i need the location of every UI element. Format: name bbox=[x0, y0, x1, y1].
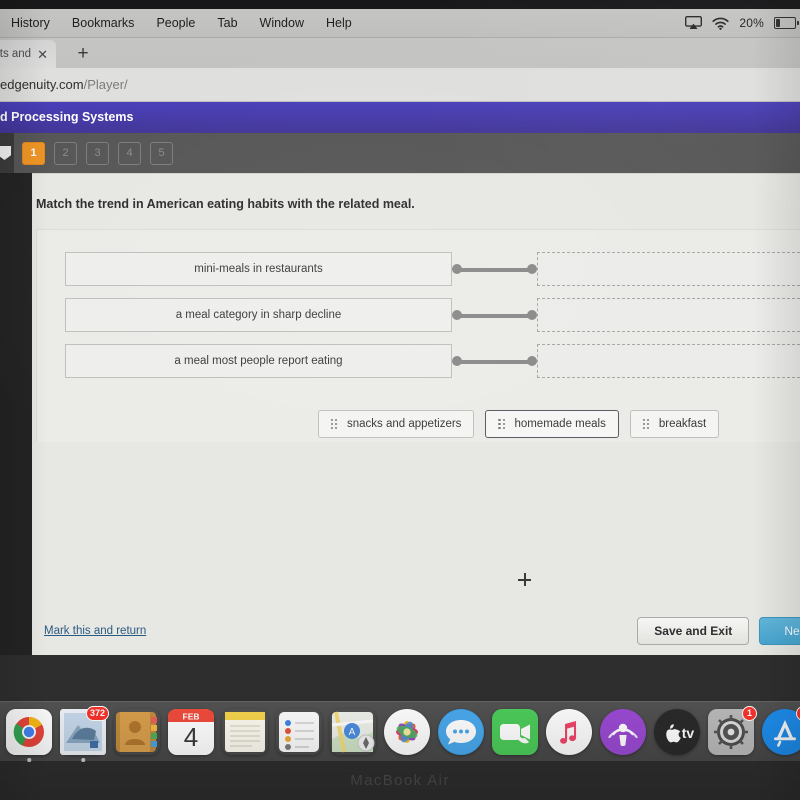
match-connector bbox=[452, 298, 537, 332]
app-header-title: d Processing Systems bbox=[0, 110, 134, 124]
save-and-exit-button[interactable]: Save and Exit bbox=[637, 617, 750, 645]
divider bbox=[32, 173, 800, 174]
match-row: a meal most people report eating bbox=[65, 344, 800, 378]
appletv-icon[interactable]: tv bbox=[654, 708, 700, 755]
music-icon[interactable] bbox=[546, 708, 592, 755]
drag-handle-icon[interactable] bbox=[642, 418, 650, 430]
app-store-icon[interactable]: 1 bbox=[762, 705, 800, 755]
question-number-4[interactable]: 4 bbox=[118, 141, 141, 165]
browser-tab-strip: ucts and ✕ + bbox=[0, 37, 800, 68]
answer-tile-snacks-and-appetizers[interactable]: snacks and appetizers bbox=[318, 410, 475, 438]
match-connector bbox=[452, 252, 537, 286]
menu-item-history[interactable]: History bbox=[0, 9, 61, 37]
next-button[interactable]: Next bbox=[759, 617, 800, 645]
facetime-icon[interactable] bbox=[492, 708, 538, 755]
battery-percent-label: 20% bbox=[739, 16, 764, 30]
screen-bezel-top bbox=[0, 0, 800, 9]
question-number-3[interactable]: 3 bbox=[86, 141, 109, 165]
badge-count: 372 bbox=[85, 705, 109, 721]
device-name-label: MacBook Air bbox=[350, 772, 450, 789]
lesson-footer-buttons: Save and Exit Next bbox=[637, 617, 800, 645]
app-header: d Processing Systems bbox=[0, 101, 800, 133]
match-row: a meal category in sharp decline bbox=[65, 298, 800, 332]
messages-icon[interactable] bbox=[438, 708, 484, 755]
mark-this-and-return-link[interactable]: Mark this and return bbox=[44, 625, 146, 637]
calendar-day: 4 bbox=[184, 722, 198, 752]
browser-address-bar[interactable]: edgenuity.com/Player/ bbox=[0, 68, 800, 102]
match-prompt-2[interactable]: a meal most people report eating bbox=[65, 344, 452, 378]
svg-text:tv: tv bbox=[682, 725, 695, 741]
browser-tab[interactable]: ucts and ✕ bbox=[0, 40, 56, 68]
url-text: edgenuity.com/Player/ bbox=[0, 77, 128, 92]
answer-tile-label: breakfast bbox=[658, 418, 707, 430]
answer-tile-label: snacks and appetizers bbox=[347, 418, 462, 430]
screen-photo: History Bookmarks People Tab Window Help… bbox=[0, 0, 800, 800]
plus-icon[interactable]: + bbox=[73, 44, 93, 65]
menu-item-tab[interactable]: Tab bbox=[206, 9, 248, 37]
airplay-icon[interactable] bbox=[685, 16, 703, 30]
battery-icon[interactable] bbox=[774, 17, 799, 29]
drag-handle-icon[interactable] bbox=[331, 418, 338, 430]
contacts-icon[interactable] bbox=[114, 709, 160, 755]
match-row: mini-meals in restaurants bbox=[65, 252, 800, 286]
menu-item-people[interactable]: People bbox=[145, 9, 206, 37]
match-dropzone-1[interactable] bbox=[537, 298, 800, 332]
calendar-month: FEB bbox=[183, 711, 200, 721]
browser-tab-title: ucts and bbox=[0, 48, 32, 60]
answer-tile-label: homemade meals bbox=[514, 418, 606, 430]
close-icon[interactable]: ✕ bbox=[37, 48, 48, 61]
menu-bar-status-items: 20% bbox=[685, 16, 800, 30]
mail-stamp-icon[interactable]: 372 bbox=[60, 705, 109, 762]
match-dropzone-0[interactable] bbox=[537, 252, 800, 286]
crosshair-cursor-icon bbox=[518, 573, 531, 586]
question-number-list: 1 2 3 4 5 bbox=[22, 141, 173, 165]
podcasts-icon[interactable] bbox=[600, 708, 646, 755]
match-dropzone-2[interactable] bbox=[537, 344, 800, 378]
system-preferences-icon[interactable]: 1 bbox=[708, 705, 757, 755]
notes-icon[interactable] bbox=[222, 709, 268, 755]
calendar-icon[interactable]: FEB 4 bbox=[168, 708, 214, 755]
badge-count: 1 bbox=[742, 705, 757, 721]
question-number-bar: 1 2 3 4 5 bbox=[0, 133, 800, 173]
drag-handle-icon[interactable] bbox=[498, 418, 505, 430]
draggable-answer-tiles: snacks and appetizers homemade meals bre… bbox=[318, 410, 720, 438]
question-prompt-text: Match the trend in American eating habit… bbox=[36, 197, 415, 211]
macos-menu-bar: History Bookmarks People Tab Window Help… bbox=[0, 9, 800, 38]
photos-icon[interactable] bbox=[384, 708, 430, 755]
macos-dock: 372 FEB 4 A tv 1 bbox=[0, 701, 800, 762]
wifi-icon[interactable] bbox=[712, 17, 730, 30]
answer-tile-homemade-meals[interactable]: homemade meals bbox=[485, 410, 619, 438]
question-number-1[interactable]: 1 bbox=[22, 141, 45, 165]
menu-item-bookmarks[interactable]: Bookmarks bbox=[61, 9, 146, 37]
url-host: edgenuity.com bbox=[0, 77, 84, 92]
answer-tile-breakfast[interactable]: breakfast bbox=[629, 410, 720, 438]
menu-item-help[interactable]: Help bbox=[315, 9, 363, 37]
lesson-content-page: Match the trend in American eating habit… bbox=[32, 173, 800, 655]
chrome-icon[interactable] bbox=[6, 708, 52, 762]
match-prompt-1[interactable]: a meal category in sharp decline bbox=[65, 298, 452, 332]
maps-icon[interactable]: A bbox=[330, 709, 376, 755]
match-connector bbox=[452, 344, 537, 378]
url-path: /Player/ bbox=[83, 77, 128, 92]
question-number-5[interactable]: 5 bbox=[150, 141, 173, 165]
matching-activity-panel: mini-meals in restaurants a meal categor… bbox=[36, 229, 800, 442]
question-number-2[interactable]: 2 bbox=[54, 141, 77, 165]
match-prompt-0[interactable]: mini-meals in restaurants bbox=[65, 252, 452, 286]
flag-icon[interactable] bbox=[0, 133, 14, 173]
reminders-icon[interactable] bbox=[276, 709, 322, 755]
menu-item-window[interactable]: Window bbox=[249, 9, 315, 37]
svg-text:A: A bbox=[349, 727, 356, 738]
